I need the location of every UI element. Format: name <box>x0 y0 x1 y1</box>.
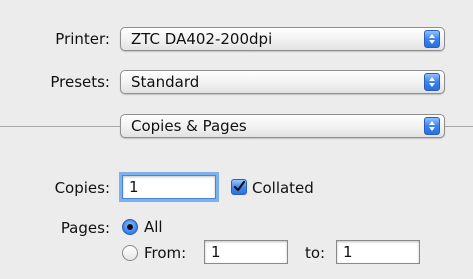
collated-label[interactable]: Collated <box>252 179 314 197</box>
printer-label: Printer: <box>55 30 110 48</box>
presets-label: Presets: <box>50 73 110 91</box>
printer-popup-value: ZTC DA402-200dpi <box>131 30 273 48</box>
panel-popup[interactable]: Copies & Pages <box>120 114 445 138</box>
pages-from-field[interactable] <box>204 240 288 264</box>
pages-to-label: to: <box>305 244 326 262</box>
copies-field[interactable] <box>122 175 216 199</box>
popup-arrows-icon <box>424 30 440 48</box>
separator-right <box>445 126 473 127</box>
pages-to-field[interactable] <box>336 240 420 264</box>
collated-checkbox[interactable] <box>231 179 247 195</box>
pages-from-label[interactable]: From: <box>144 244 186 262</box>
printer-popup[interactable]: ZTC DA402-200dpi <box>120 27 445 51</box>
separator-left <box>0 126 120 127</box>
presets-popup-value: Standard <box>131 73 200 91</box>
pages-all-label[interactable]: All <box>144 218 163 236</box>
pages-from-radio[interactable] <box>122 245 138 261</box>
panel-popup-value: Copies & Pages <box>131 117 247 135</box>
popup-arrows-icon <box>424 117 440 135</box>
pages-label: Pages: <box>60 219 110 237</box>
presets-popup[interactable]: Standard <box>120 70 445 94</box>
pages-all-radio[interactable] <box>122 219 138 235</box>
checkmark-icon <box>233 180 246 192</box>
popup-arrows-icon <box>424 73 440 91</box>
copies-label: Copies: <box>54 179 110 197</box>
